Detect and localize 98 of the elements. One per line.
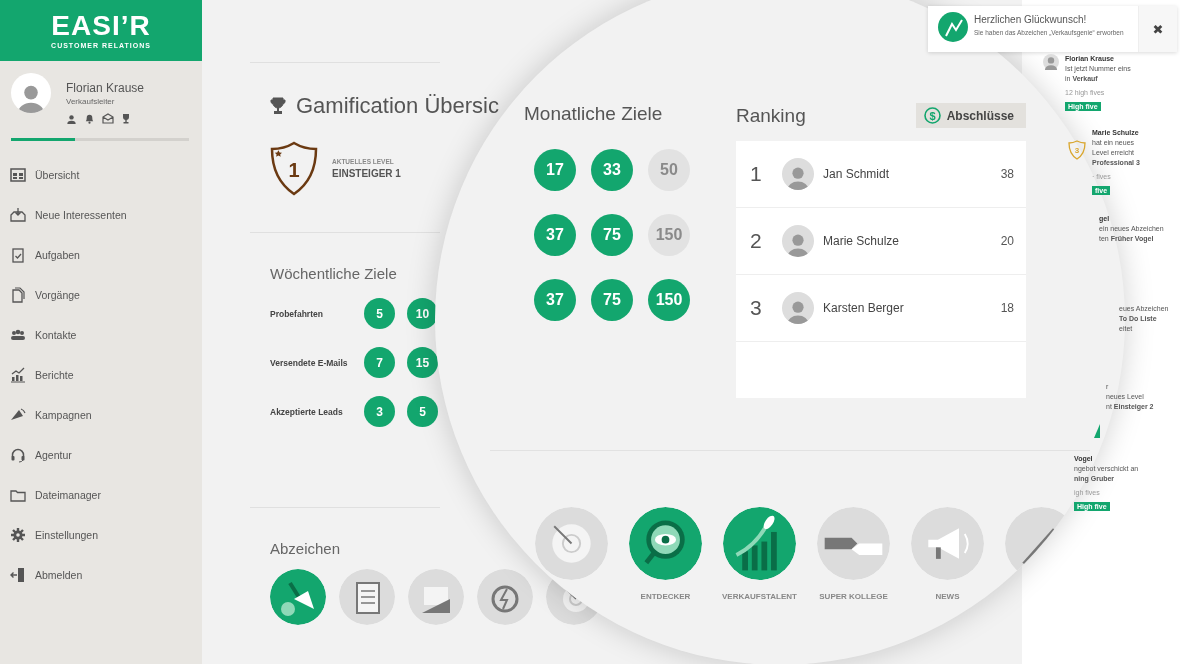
avatar bbox=[782, 225, 814, 257]
badge-icon bbox=[938, 12, 968, 42]
envelope-icon[interactable] bbox=[102, 113, 114, 124]
goal-circle: 5 bbox=[407, 396, 438, 427]
person-icon[interactable] bbox=[66, 113, 77, 124]
documents-icon bbox=[10, 287, 26, 303]
user-name: Florian Krause bbox=[66, 81, 145, 95]
logo-text: EASI’R bbox=[51, 12, 151, 40]
badge-icon[interactable] bbox=[339, 569, 395, 625]
headset-icon bbox=[10, 447, 26, 463]
nav-label: Kontakte bbox=[35, 329, 77, 341]
badge-icon[interactable] bbox=[477, 569, 533, 625]
nav-item[interactable]: Übersicht bbox=[0, 155, 202, 195]
ranking-score: 18 bbox=[1000, 301, 1014, 315]
goal-label: Akzeptierte Leads bbox=[270, 406, 344, 417]
nav-item[interactable]: Kontakte bbox=[0, 315, 202, 355]
badge-icon[interactable] bbox=[629, 507, 702, 580]
ranking-score: 20 bbox=[1000, 234, 1014, 248]
nav-label: Vorgänge bbox=[35, 289, 80, 301]
people-icon bbox=[10, 327, 26, 343]
bell-icon[interactable] bbox=[84, 113, 95, 124]
section-title: Monatliche Ziele bbox=[524, 103, 664, 125]
goal-circle: 7 bbox=[364, 347, 395, 378]
nav-label: Abmelden bbox=[35, 569, 83, 581]
toast-title: Herzlichen Glückwunsch! bbox=[974, 14, 1088, 25]
folder-icon bbox=[10, 487, 26, 503]
ranking-score: 38 bbox=[1000, 167, 1014, 181]
close-button[interactable]: ✖ bbox=[1138, 6, 1177, 52]
goal-circle: 17 bbox=[534, 149, 576, 191]
nav-label: Dateimanager bbox=[35, 489, 101, 501]
ranking-name: Marie Schulze bbox=[823, 234, 901, 248]
goal-circle: 10 bbox=[407, 298, 438, 329]
goal-circle: 75 bbox=[591, 214, 633, 256]
badge-label: NEWS bbox=[935, 592, 960, 601]
goal-circle: 150 bbox=[648, 214, 690, 256]
ranking-name: Jan Schmidt bbox=[823, 167, 891, 181]
badge-icon[interactable] bbox=[723, 507, 796, 580]
nav-item[interactable]: Kampagnen bbox=[0, 395, 202, 435]
nav-label: Kampagnen bbox=[35, 409, 92, 421]
page-title: Gamification Übersic bbox=[296, 93, 499, 119]
megaphone-icon bbox=[10, 407, 26, 423]
level-name: EINSTEIGER 1 bbox=[332, 168, 401, 179]
goal-circle: 37 bbox=[534, 214, 576, 256]
goal-circle: 37 bbox=[534, 279, 576, 321]
avatar bbox=[782, 158, 814, 190]
nav-item[interactable]: Einstellungen bbox=[0, 515, 202, 555]
goal-circle: 150 bbox=[648, 279, 690, 321]
goal-circle: 75 bbox=[591, 279, 633, 321]
goal-circle: 50 bbox=[648, 149, 690, 191]
nav-item[interactable]: Aufgaben bbox=[0, 235, 202, 275]
avatar bbox=[782, 292, 814, 324]
chart-icon bbox=[10, 367, 26, 383]
trophy-icon bbox=[270, 97, 286, 115]
clipboard-icon bbox=[10, 247, 26, 263]
nav-label: Einstellungen bbox=[35, 529, 99, 541]
section-title: Abzeichen bbox=[269, 539, 341, 557]
grid-icon bbox=[10, 167, 26, 183]
section-title: Ranking bbox=[736, 104, 806, 127]
nav-label: Aufgaben bbox=[35, 249, 80, 261]
user-role: Verkaufsleiter bbox=[66, 97, 116, 106]
dollar-icon: $ bbox=[923, 107, 941, 124]
filter-button[interactable]: $ Abschlüsse bbox=[915, 103, 1026, 128]
nav-item[interactable]: Abmelden bbox=[0, 555, 202, 595]
goal-circle: 15 bbox=[407, 347, 438, 378]
goal-circle: 3 bbox=[364, 396, 395, 427]
nav-item[interactable]: Berichte bbox=[0, 355, 202, 395]
rank-number: 1 bbox=[750, 162, 763, 186]
nav-item[interactable]: Vorgänge bbox=[0, 275, 202, 315]
trophy-icon[interactable] bbox=[121, 113, 131, 124]
avatar bbox=[11, 73, 51, 113]
rank-number: 2 bbox=[750, 229, 763, 253]
nav-item[interactable]: Agentur bbox=[0, 435, 202, 475]
level-shield-icon: 1 bbox=[270, 141, 318, 196]
badge-icon[interactable] bbox=[817, 507, 890, 580]
badge-label: VERKAUFSTALENT bbox=[722, 592, 797, 601]
inbox-icon bbox=[10, 207, 26, 223]
badge-fragment-icon bbox=[1094, 424, 1100, 438]
badge-icon[interactable] bbox=[270, 569, 326, 625]
badge-label: SUPER KOLLEGE bbox=[819, 592, 888, 601]
nav-item[interactable]: Dateimanager bbox=[0, 475, 202, 515]
nav-label: Berichte bbox=[35, 369, 74, 381]
rank-number: 3 bbox=[750, 296, 763, 320]
level-shield-icon: 3 bbox=[1068, 140, 1086, 160]
section-title: Wöchentliche Ziele bbox=[269, 264, 397, 282]
goal-circle: 33 bbox=[591, 149, 633, 191]
goal-label: Probefahrten bbox=[270, 308, 324, 319]
nav-label: Neue Interessenten bbox=[35, 209, 127, 221]
badge-label: ENTDECKER bbox=[640, 592, 691, 601]
badge-icon[interactable] bbox=[408, 569, 464, 625]
avatar bbox=[1043, 54, 1059, 70]
nav-item[interactable]: Neue Interessenten bbox=[0, 195, 202, 235]
nav-label: Agentur bbox=[35, 449, 72, 461]
settings-icon bbox=[10, 527, 26, 543]
goal-label: Versendete E-Mails bbox=[270, 357, 349, 368]
nav-label: Übersicht bbox=[35, 169, 80, 181]
goal-circle: 5 bbox=[364, 298, 395, 329]
ranking-name: Karsten Berger bbox=[823, 301, 905, 315]
logout-icon bbox=[10, 567, 26, 583]
